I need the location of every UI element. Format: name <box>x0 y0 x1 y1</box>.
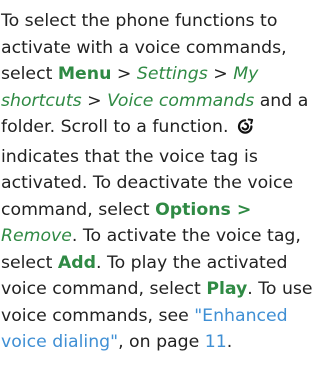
text-line: voice command, select Play. To use <box>1 279 313 299</box>
remove-menu-path: Remove <box>1 226 72 246</box>
add-command: Add <box>57 252 96 273</box>
text-line: folder. Scroll to a function. <box>1 114 323 144</box>
settings-menu-path: Settings <box>136 64 208 84</box>
options-command: Options <box>155 199 231 220</box>
menu-command: Menu <box>57 64 112 84</box>
text-line: command, select Options > <box>1 199 252 220</box>
text-line: activate with a voice commands, <box>1 37 287 58</box>
voice-commands-menu-path: Voice commands <box>107 90 255 111</box>
my-shortcuts-menu-path: shortcuts <box>1 90 82 111</box>
text-line: select Add. To play the activated <box>1 252 288 273</box>
text-line: To select the phone functions to <box>1 11 278 31</box>
text-line: voice dialing", on page 11. <box>1 332 233 352</box>
enhanced-voice-dialing-link[interactable]: "Enhanced <box>194 306 287 326</box>
text-line: shortcuts > Voice commands and a <box>1 90 309 111</box>
text-line: activated. To deactivate the voice <box>1 173 294 193</box>
play-command: Play <box>206 279 248 299</box>
voice-tag-icon <box>237 117 254 144</box>
text-line: voice commands, see "Enhanced <box>1 305 288 326</box>
text-line: select Menu > Settings > My <box>1 64 259 84</box>
instruction-paragraph: To select the phone functions to activat… <box>1 8 323 356</box>
my-shortcuts-menu-path: My <box>233 64 259 84</box>
text-line: Remove. To activate the voice tag, <box>1 226 301 246</box>
enhanced-voice-dialing-link[interactable]: voice dialing" <box>1 332 118 352</box>
text-line: indicates that the voice tag is <box>1 146 258 167</box>
page-reference-link[interactable]: 11 <box>205 332 227 352</box>
